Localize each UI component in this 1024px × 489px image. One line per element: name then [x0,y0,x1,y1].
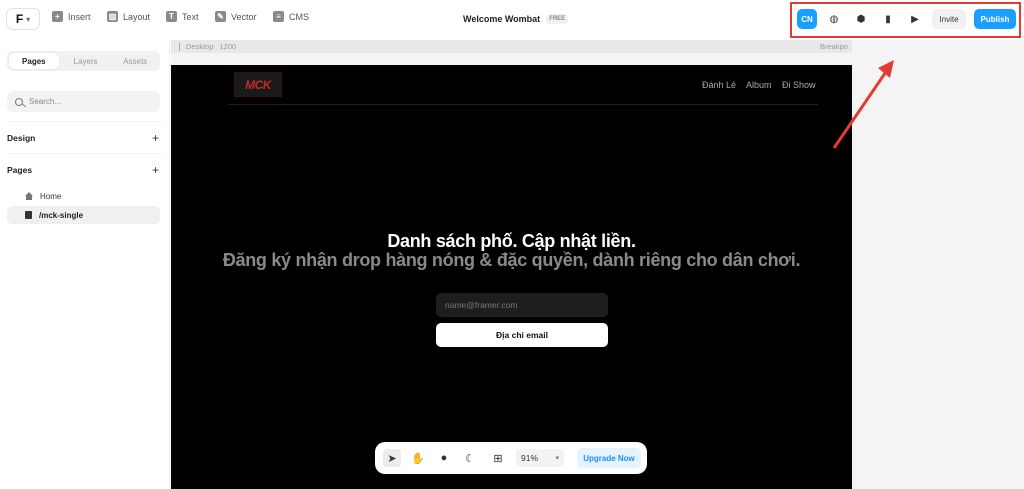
file-icon [25,211,32,219]
search-icon [15,97,23,106]
tab-assets[interactable]: Assets [110,51,160,71]
tab-layers[interactable]: Layers [61,51,111,71]
sidebar-tabs: Pages Layers Assets [7,51,160,71]
text-label: Text [182,11,199,22]
chevron-down-icon: ▾ [26,14,31,24]
frame-handle-icon [179,42,180,51]
nav-link-di-show[interactable]: Đi Show [782,80,816,90]
hand-icon[interactable]: ✋ [409,449,427,467]
plan-badge: FREE [546,14,569,24]
pen-icon: ✎ [215,11,226,22]
pages-section-label: Pages [7,165,33,175]
globe-icon[interactable]: ◍ [824,9,844,29]
email-field[interactable]: name@framer.com [436,293,608,317]
desktop-frame[interactable]: MCK Đánh Lẻ Album Đi Show Danh sách phố.… [171,65,852,489]
frame-header[interactable]: Desktop 1200 [171,40,852,53]
page-item-label: /mck-single [39,210,84,220]
email-submit-button[interactable]: Địa chỉ email [436,323,608,347]
top-toolbar: F ▾ + Insert ▥ Layout T Text ✎ Vector ≡ … [0,0,1024,40]
layout-button[interactable]: ▥ Layout [107,11,150,22]
annotation-arrow [832,60,894,149]
site-logo[interactable]: MCK [234,72,282,97]
text-button[interactable]: T Text [166,11,199,22]
framer-editor: F ▾ + Insert ▥ Layout T Text ✎ Vector ≡ … [0,0,1024,489]
design-section-label: Design [7,133,36,143]
preview-play-icon[interactable]: ▶ [905,9,925,29]
hero-subtitle: Đăng ký nhận drop hàng nóng & đặc quyền,… [222,250,801,270]
nav-link-danh-le[interactable]: Đánh Lẻ [702,80,736,90]
home-icon [25,192,33,200]
plus-icon: + [52,11,63,22]
frame-name: Desktop [186,42,214,51]
nav-link-album[interactable]: Album [746,80,772,90]
framer-menu-button[interactable]: F ▾ [6,8,40,30]
database-icon: ≡ [273,11,284,22]
vector-button[interactable]: ✎ Vector [215,11,257,22]
left-sidebar: Pages Layers Assets Search... Design + P… [0,40,170,489]
add-page-plus-icon[interactable]: + [152,164,159,176]
settings-icon[interactable]: ⬢ [851,9,871,29]
analytics-icon[interactable]: ▮ [878,9,898,29]
page-item-home[interactable]: Home [7,187,160,205]
canvas-toolbar: ➤ ✋ ● ☾ ⊞ 91% ▾ Upgrade Now [375,442,647,474]
upgrade-button[interactable]: Upgrade Now [577,448,641,468]
zoom-value: 91% [521,453,539,463]
project-title: Welcome Wombat [463,14,541,24]
chevron-down-icon: ▾ [555,455,559,462]
nav-divider [228,104,818,105]
tab-pages[interactable]: Pages [9,53,59,69]
divider [7,121,162,122]
layout-icon: ▥ [107,11,118,22]
grid-icon[interactable]: ⊞ [489,449,507,467]
add-design-plus-icon[interactable]: + [152,132,159,144]
framer-logo-icon: F [15,12,24,26]
page-item-label: Home [40,191,62,201]
vector-label: Vector [231,11,257,22]
frame-width: 1200 [219,42,237,51]
project-title-area[interactable]: Welcome Wombat FREE [463,14,569,24]
text-icon: T [166,11,177,22]
invite-button[interactable]: Invite [932,9,966,29]
insert-button[interactable]: + Insert [52,11,91,22]
divider [7,153,162,154]
insert-label: Insert [68,11,91,22]
collaborator-avatar[interactable]: CN [797,9,817,29]
layout-label: Layout [123,11,151,22]
publish-button[interactable]: Publish [974,9,1016,29]
cms-label: CMS [289,11,309,22]
search-placeholder: Search... [29,97,62,106]
comment-icon[interactable]: ● [435,449,453,467]
breakpoint-label[interactable]: Breakpo [820,42,848,51]
cursor-icon[interactable]: ➤ [383,449,401,467]
cms-button[interactable]: ≡ CMS [273,11,309,22]
zoom-select[interactable]: 91% ▾ [516,449,564,467]
moon-icon[interactable]: ☾ [461,449,479,467]
hero-title: Danh sách phố. Cập nhật liền. [387,231,636,251]
page-item-mck-single[interactable]: /mck-single [7,206,160,224]
search-input[interactable]: Search... [7,91,160,112]
